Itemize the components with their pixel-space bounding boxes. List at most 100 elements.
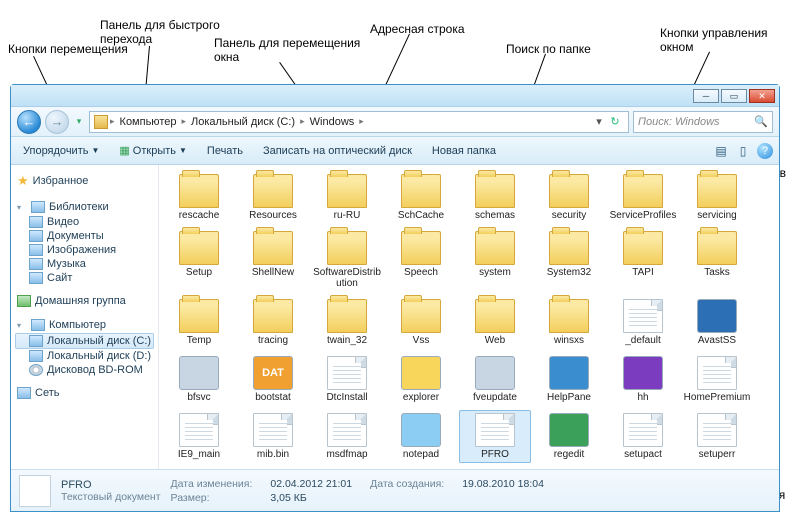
- file-item[interactable]: IE9_main: [163, 410, 235, 463]
- file-item[interactable]: Speech: [385, 228, 457, 292]
- file-item[interactable]: TAPI: [607, 228, 679, 292]
- file-item[interactable]: msdfmap: [311, 410, 383, 463]
- file-item[interactable]: twain_32.dll: [459, 467, 531, 469]
- file-label: System32: [547, 267, 591, 278]
- file-label: tracing: [258, 335, 288, 346]
- file-item[interactable]: winsxs: [533, 296, 605, 349]
- refresh-icon[interactable]: ↻: [606, 115, 624, 128]
- file-item[interactable]: setupact: [607, 410, 679, 463]
- chevron-right-icon[interactable]: ▸: [300, 116, 305, 127]
- search-icon[interactable]: 🔍: [754, 115, 768, 128]
- sidebar-homegroup[interactable]: Домашняя группа: [15, 293, 154, 309]
- preview-pane-icon[interactable]: ▯: [735, 143, 751, 159]
- file-item[interactable]: ShellNew: [237, 228, 309, 292]
- annotation-addressbar: Адресная строка: [370, 22, 465, 36]
- file-item[interactable]: setuperr: [681, 410, 753, 463]
- file-item[interactable]: twain_32: [311, 296, 383, 349]
- file-item[interactable]: Starter: [163, 467, 235, 469]
- breadcrumb-seg-2[interactable]: Windows: [307, 115, 358, 129]
- file-list[interactable]: rescache Resourcesru-RUSchCacheschemassec…: [159, 165, 779, 469]
- sidebar-computer[interactable]: ▾Компьютер: [15, 317, 154, 333]
- file-item[interactable]: HomePremium: [681, 353, 753, 406]
- file-item[interactable]: servicing: [681, 171, 753, 224]
- file-item[interactable]: system: [237, 467, 309, 469]
- homegroup-icon: [17, 295, 31, 307]
- file-item[interactable]: mib.bin: [237, 410, 309, 463]
- view-options-icon[interactable]: ▤: [713, 143, 729, 159]
- status-filetype: Текстовый документ: [61, 491, 161, 503]
- sidebar-drive-d[interactable]: Локальный диск (D:): [15, 349, 154, 363]
- file-item[interactable]: tracing: [237, 296, 309, 349]
- file-item[interactable]: system: [459, 228, 531, 292]
- file-item[interactable]: Tasks: [681, 228, 753, 292]
- maximize-button[interactable]: ▭: [721, 89, 747, 103]
- file-label: rescache: [179, 210, 220, 221]
- file-item[interactable]: ru-RU: [311, 171, 383, 224]
- file-item[interactable]: 32twunk_32: [607, 467, 679, 469]
- sidebar-lib-documents[interactable]: Документы: [15, 229, 154, 243]
- sidebar-lib-video[interactable]: Видео: [15, 215, 154, 229]
- file-item[interactable]: HelpPane: [533, 353, 605, 406]
- folder-icon: [179, 174, 219, 208]
- file-item[interactable]: PFRO: [459, 410, 531, 463]
- file-item[interactable]: explorer: [385, 353, 457, 406]
- file-label: AvastSS: [698, 335, 736, 346]
- print-button[interactable]: Печать: [201, 142, 249, 160]
- file-label: PFRO: [481, 449, 509, 460]
- file-item[interactable]: DtcInstall: [311, 353, 383, 406]
- file-item[interactable]: Resources: [237, 171, 309, 224]
- sidebar-lib-music[interactable]: Музыка: [15, 257, 154, 271]
- file-item[interactable]: TSSysprep: [311, 467, 383, 469]
- sidebar-network[interactable]: Сеть: [15, 385, 154, 401]
- breadcrumb-seg-1[interactable]: Локальный диск (C:): [188, 115, 298, 129]
- new-folder-button[interactable]: Новая папка: [426, 142, 502, 160]
- titlebar[interactable]: ─ ▭ ✕: [11, 85, 779, 107]
- file-item[interactable]: Temp: [163, 296, 235, 349]
- file-item[interactable]: rescache: [163, 171, 235, 224]
- file-item[interactable]: hh: [607, 353, 679, 406]
- sidebar-drive-c[interactable]: Локальный диск (C:): [15, 333, 154, 349]
- file-item[interactable]: security: [533, 171, 605, 224]
- sidebar-favorites[interactable]: ★Избранное: [15, 171, 154, 191]
- file-item[interactable]: SoftwareDistribution: [311, 228, 383, 292]
- burn-button[interactable]: Записать на оптический диск: [257, 142, 418, 160]
- file-item[interactable]: System32: [533, 228, 605, 292]
- file-item[interactable]: _default: [607, 296, 679, 349]
- file-item[interactable]: AvastSS: [681, 296, 753, 349]
- history-dropdown-icon[interactable]: ▾: [73, 112, 85, 132]
- file-item[interactable]: ServiceProfiles: [607, 171, 679, 224]
- close-button[interactable]: ✕: [749, 89, 775, 103]
- file-item[interactable]: Setup: [163, 228, 235, 292]
- file-item[interactable]: bfsvc: [163, 353, 235, 406]
- open-button[interactable]: ▦Открыть▼: [113, 141, 193, 160]
- breadcrumb-seg-0[interactable]: Компьютер: [117, 115, 180, 129]
- file-item[interactable]: win: [681, 467, 753, 469]
- chevron-right-icon[interactable]: ▸: [110, 116, 115, 127]
- organize-button[interactable]: Упорядочить▼: [17, 142, 105, 160]
- address-dropdown-icon[interactable]: ▾: [592, 115, 606, 128]
- file-item[interactable]: Web: [459, 296, 531, 349]
- file-item[interactable]: notepad: [385, 410, 457, 463]
- sidebar-lib-site[interactable]: Сайт: [15, 271, 154, 285]
- sidebar-lib-images[interactable]: Изображения: [15, 243, 154, 257]
- file-item[interactable]: twunk_16: [533, 467, 605, 469]
- file-label: msdfmap: [326, 449, 367, 460]
- search-input[interactable]: Поиск: Windows 🔍: [633, 111, 773, 133]
- file-item[interactable]: schemas: [459, 171, 531, 224]
- file-item[interactable]: fveupdate: [459, 353, 531, 406]
- back-button[interactable]: ←: [17, 110, 41, 134]
- minimize-button[interactable]: ─: [693, 89, 719, 103]
- address-bar[interactable]: ▸ Компьютер ▸ Локальный диск (C:) ▸ Wind…: [89, 111, 629, 133]
- file-item[interactable]: regedit: [533, 410, 605, 463]
- sidebar-libraries[interactable]: ▾Библиотеки: [15, 199, 154, 215]
- file-item[interactable]: twain.dll: [385, 467, 457, 469]
- chevron-right-icon[interactable]: ▸: [359, 116, 364, 127]
- chevron-right-icon[interactable]: ▸: [181, 116, 186, 127]
- file-item[interactable]: SchCache: [385, 171, 457, 224]
- sidebar-drive-bdrom[interactable]: Дисковод BD-ROM: [15, 363, 154, 377]
- file-label: IE9_main: [178, 449, 220, 460]
- file-item[interactable]: Vss: [385, 296, 457, 349]
- forward-button[interactable]: →: [45, 110, 69, 134]
- file-item[interactable]: DATbootstat: [237, 353, 309, 406]
- help-icon[interactable]: ?: [757, 143, 773, 159]
